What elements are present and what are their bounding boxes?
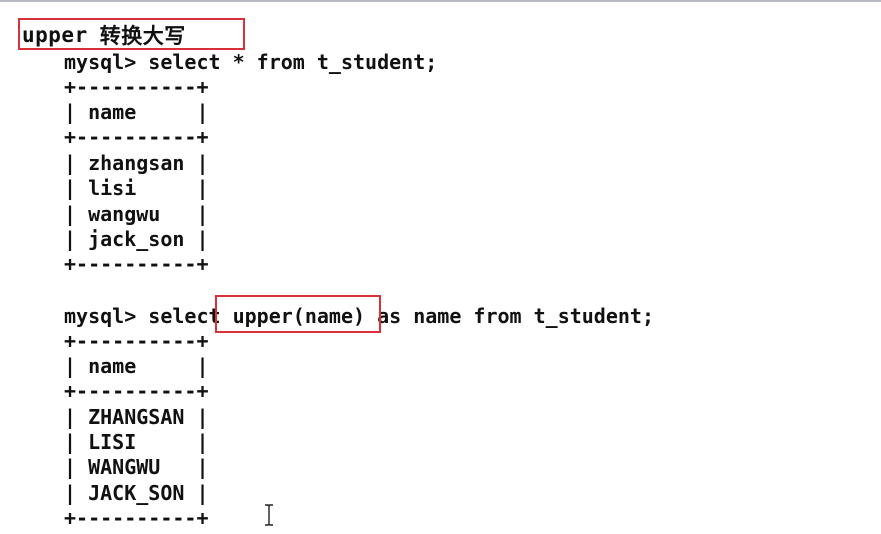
window-top-border	[0, 0, 881, 2]
query2-row: | ZHANGSAN |	[64, 405, 209, 429]
query2-prompt-before: mysql> select	[64, 304, 233, 328]
query2-prompt: mysql> select upper(name) as name from t…	[64, 295, 655, 333]
query1-row: | jack_son |	[64, 227, 209, 251]
query2-border-top: +----------+	[64, 329, 209, 353]
query1-row: | zhangsan |	[64, 151, 209, 175]
query1-border-top: +----------+	[64, 75, 209, 99]
query2-border-mid: +----------+	[64, 379, 209, 403]
query2-row: | JACK_SON |	[64, 481, 209, 505]
query1-prompt: mysql> select * from t_student;	[64, 50, 438, 74]
query2-header: | name |	[64, 354, 209, 378]
query2-highlighted-function: upper(name)	[214, 295, 382, 333]
query2-prompt-after: as name from t_student;	[365, 304, 655, 328]
query2-border-bottom: +----------+	[64, 506, 209, 530]
query1-border-bottom: +----------+	[64, 252, 209, 276]
query2-row: | LISI |	[64, 430, 209, 454]
query1-header: | name |	[64, 100, 209, 124]
query1-border-mid: +----------+	[64, 125, 209, 149]
function-heading: upper 转换大写	[18, 18, 245, 52]
function-name: upper	[22, 23, 88, 47]
query1-row: | wangwu |	[64, 202, 209, 226]
query1-row: | lisi |	[64, 176, 209, 200]
text-cursor-icon	[265, 504, 273, 526]
query2-row: | WANGWU |	[64, 455, 209, 479]
